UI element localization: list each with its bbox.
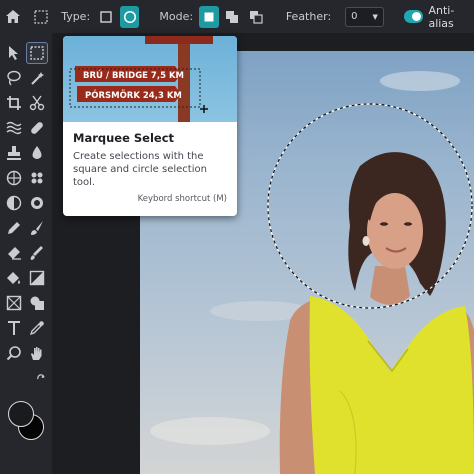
editor-app: Type: Mode: Feather: 0 ▼ Anti-alias BRÚ …: [0, 0, 474, 474]
feather-value: 0: [351, 11, 358, 22]
mode-add-button[interactable]: [223, 6, 243, 28]
eraser-tool[interactable]: [3, 242, 25, 264]
marquee-icon: [34, 9, 48, 24]
rectangle-icon: [100, 10, 112, 23]
eyedropper-tool[interactable]: [26, 317, 48, 339]
dodge-icon: [6, 195, 22, 211]
eraser-icon: [8, 247, 21, 260]
text-tool[interactable]: [3, 317, 25, 339]
brush-icon: [31, 221, 43, 235]
blur-tool[interactable]: [26, 142, 48, 164]
swap-icon: [37, 374, 45, 380]
new-selection-icon: [204, 12, 214, 21]
antialias-label: Anti-alias: [428, 3, 455, 30]
hand-tool[interactable]: [26, 342, 48, 364]
tools-panel: [0, 33, 52, 474]
home-button[interactable]: [0, 0, 27, 33]
current-tool-indicator: [27, 0, 55, 33]
shape-icon: [30, 296, 44, 310]
clone-stamp-tool[interactable]: [3, 142, 25, 164]
liquify-icon: [6, 121, 22, 135]
pencil-tool[interactable]: [3, 217, 25, 239]
smudge-tool[interactable]: [26, 242, 48, 264]
type-ellipse-button[interactable]: [119, 5, 140, 28]
tooltip-shortcut: Keybord shortcut (M): [137, 194, 227, 204]
mode-label: Mode:: [159, 10, 194, 23]
text-icon: [8, 321, 20, 335]
tooltip-preview-image: BRÚ / BRIDGE 7,5 KM PÓRSMÖRK 24,3 KM: [63, 36, 237, 122]
paint-bucket-icon: [7, 272, 20, 284]
dodge-tool[interactable]: [3, 192, 25, 214]
foreground-color-swatch[interactable]: [8, 401, 34, 427]
zoom-tool[interactable]: [3, 342, 25, 364]
gradient-icon: [29, 270, 45, 286]
subtract-selection-icon: [250, 10, 263, 24]
marquee-tooltip: BRÚ / BRIDGE 7,5 KM PÓRSMÖRK 24,3 KM Mar…: [63, 36, 237, 216]
frame-icon: [6, 295, 22, 311]
circle-icon: [123, 10, 136, 23]
tooltip-description: Create selections with the square and ci…: [73, 151, 207, 188]
crop-icon: [7, 96, 21, 110]
hand-icon: [31, 347, 42, 360]
type-rectangle-button[interactable]: [96, 6, 116, 28]
blur-icon: [32, 146, 42, 159]
scissors-icon: [29, 95, 45, 111]
feather-label: Feather:: [285, 10, 332, 23]
liquify-tool[interactable]: [3, 117, 25, 139]
healing-tool[interactable]: [26, 117, 48, 139]
cut-tool[interactable]: [26, 92, 48, 114]
lasso-icon: [7, 70, 21, 86]
zoom-icon: [6, 346, 21, 361]
type-label: Type:: [61, 10, 91, 23]
move-tool[interactable]: [3, 42, 25, 64]
chevron-down-icon: ▼: [372, 12, 378, 21]
sign-text-top: BRÚ / BRIDGE 7,5 KM: [83, 69, 184, 81]
move-icon: [9, 46, 18, 60]
antialias-toggle[interactable]: [403, 10, 424, 23]
shape-tool[interactable]: [26, 292, 48, 314]
crop-tool[interactable]: [3, 92, 25, 114]
clone-stamp-icon: [7, 146, 21, 160]
marquee-icon: [30, 46, 44, 60]
gradient-tool[interactable]: [26, 267, 48, 289]
paint-bucket-tool[interactable]: [3, 267, 25, 289]
sponge-tool[interactable]: [3, 167, 25, 189]
burn-tool[interactable]: [26, 192, 48, 214]
options-bar: Type: Mode: Feather: 0 ▼ Anti-alias: [0, 0, 474, 33]
smudge-icon: [30, 246, 43, 260]
mode-new-button[interactable]: [199, 5, 219, 28]
pencil-icon: [8, 222, 20, 234]
frame-tool[interactable]: [3, 292, 25, 314]
tooltip-title: Marquee Select: [73, 131, 175, 145]
add-selection-icon: [226, 10, 239, 23]
lasso-tool[interactable]: [3, 67, 25, 89]
color-replace-icon: [31, 172, 43, 184]
bandage-icon: [31, 122, 43, 134]
mode-subtract-button[interactable]: [246, 6, 266, 28]
sign-text-bottom: PÓRSMÖRK 24,3 KM: [85, 89, 182, 101]
home-icon: [6, 10, 21, 23]
feather-input[interactable]: 0 ▼: [345, 6, 384, 27]
eyedropper-icon: [29, 321, 44, 336]
marquee-tool[interactable]: [26, 42, 48, 64]
burn-icon: [31, 197, 43, 209]
quick-select-icon: [31, 72, 44, 85]
sponge-icon: [6, 170, 22, 186]
color-replace-tool[interactable]: [26, 167, 48, 189]
swap-colors-button[interactable]: [36, 369, 46, 388]
brush-tool[interactable]: [26, 217, 48, 239]
quick-select-tool[interactable]: [26, 67, 48, 89]
